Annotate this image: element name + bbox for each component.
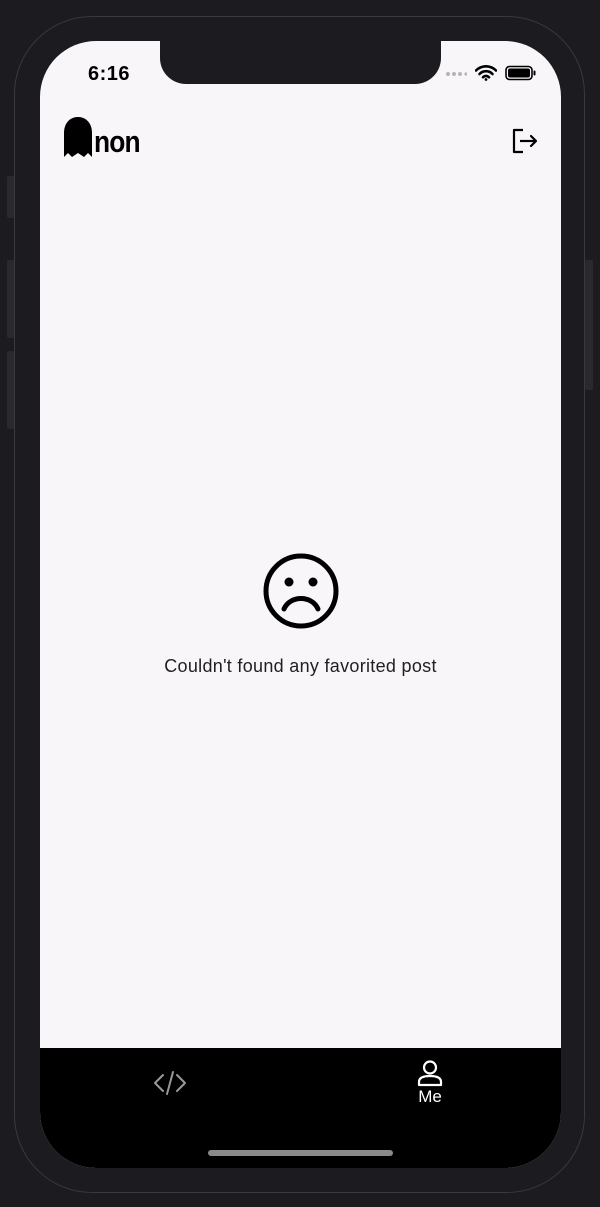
status-icons xyxy=(445,65,537,81)
ghost-icon xyxy=(64,117,92,157)
logo-text: non xyxy=(94,124,141,159)
tab-me[interactable]: Me xyxy=(300,1048,560,1118)
tab-me-label: Me xyxy=(418,1087,442,1106)
home-indicator xyxy=(208,1150,393,1156)
notch xyxy=(160,41,441,84)
empty-message: Couldn't found any favorited post xyxy=(164,656,437,676)
logout-icon xyxy=(512,128,538,154)
cellular-signal-icon xyxy=(446,72,467,76)
battery-icon xyxy=(505,65,536,81)
tab-bar: Me xyxy=(40,1048,561,1168)
empty-state: Couldn't found any favorited post xyxy=(40,552,561,677)
code-icon xyxy=(154,1071,186,1095)
app-logo: non xyxy=(60,117,148,157)
power-button xyxy=(585,260,593,390)
status-time: 6:16 xyxy=(88,63,131,85)
app-screen: 6:16 non Couldn't found any favorited po… xyxy=(40,41,561,1168)
tab-code[interactable] xyxy=(40,1048,300,1118)
person-icon xyxy=(417,1060,443,1087)
wifi-icon xyxy=(475,65,497,81)
sad-face-icon xyxy=(263,553,338,629)
logout-button[interactable] xyxy=(511,127,539,155)
